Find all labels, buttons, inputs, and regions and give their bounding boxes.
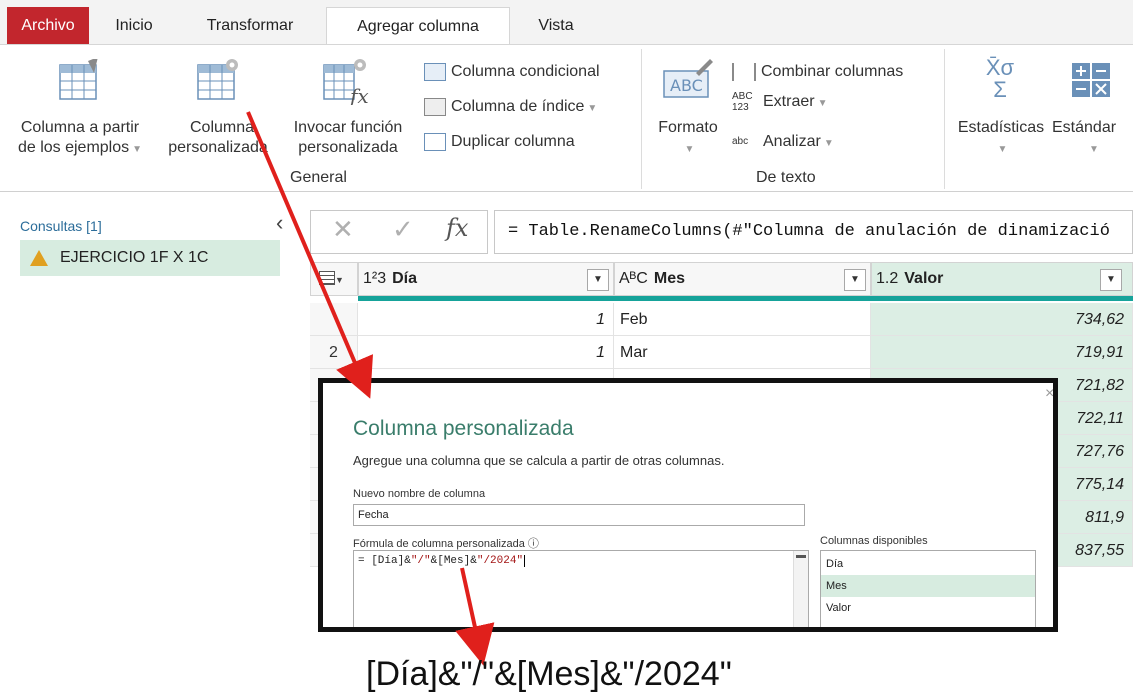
row-number[interactable] (310, 303, 358, 336)
formula-input[interactable]: = Table.RenameColumns(#"Columna de anula… (508, 222, 1133, 241)
table-custom-icon (197, 59, 238, 100)
cancel-icon[interactable]: ✕ (332, 214, 354, 245)
abc-parse-icon: abc (732, 136, 749, 148)
statistics-icon: X̄σ Σ (985, 55, 1015, 102)
cell-mes[interactable]: Feb (614, 303, 871, 336)
ribbon-separator (641, 49, 642, 189)
chevron-down-icon: ▼ (997, 144, 1008, 155)
formula-scrollbar[interactable] (793, 551, 808, 627)
conditional-column-icon (424, 62, 446, 81)
chevron-down-icon: ▼ (823, 138, 834, 149)
query-item[interactable]: EJERCICIO 1F X 1C (20, 240, 280, 276)
svg-text:ABC: ABC (670, 76, 703, 95)
cell-dia[interactable]: 1 (358, 336, 614, 369)
warning-icon (30, 249, 48, 266)
format-abc-icon: ABC (663, 59, 713, 98)
integer-type-icon: 1²3 (363, 270, 387, 287)
chevron-down-icon: ▼ (1089, 144, 1099, 155)
dialog-title: Columna personalizada (353, 417, 574, 440)
group-label-text: De texto (756, 169, 816, 186)
formula-label: Fórmula de columna personalizada ⓘ (353, 538, 539, 550)
svg-text:fx: fx (348, 84, 369, 105)
chevron-down-icon: ▼ (587, 103, 598, 114)
info-icon: ⓘ (527, 538, 539, 550)
chevron-down-icon[interactable]: ▼ (844, 269, 866, 291)
dialog-subtitle: Agregue una columna que se calcula a par… (353, 453, 725, 468)
custom-column-label1: Columna (189, 119, 255, 136)
available-column-item[interactable]: Mes (821, 575, 1035, 597)
cell-valor[interactable]: 719,91 (871, 336, 1133, 369)
function-table-icon: fx (323, 59, 369, 105)
row-number[interactable]: 2 (310, 336, 358, 369)
cell-valor[interactable]: 734,62 (871, 303, 1133, 336)
conditional-column-button[interactable]: Columna condicional (424, 61, 600, 82)
chevron-down-icon: ▼ (132, 144, 143, 155)
column-header-mes[interactable]: AᴮC Mes ▼ (614, 262, 871, 296)
table-select-all[interactable]: ▼ (310, 262, 358, 296)
ribbon-separator (944, 49, 945, 189)
statistics-label: Estadísticas (957, 119, 1045, 136)
column-from-examples-label2: de los ejemplos ▼ (17, 139, 143, 156)
index-column-button[interactable]: Columna de índice ▼ (424, 96, 597, 119)
merge-columns-button[interactable]: Combinar columnas (732, 61, 903, 82)
tab-agregar-columna[interactable]: Agregar columna (326, 7, 510, 45)
column-header-dia[interactable]: 1²3 Día ▼ (358, 262, 614, 296)
formula-editor[interactable]: = [Día]&"/"&[Mes]&"/2024" (353, 550, 809, 627)
commit-icon[interactable]: ✓ (392, 214, 414, 245)
chevron-down-icon: ▼ (817, 98, 828, 110)
tab-inicio[interactable]: Inicio (100, 7, 168, 44)
table-icon (319, 271, 335, 285)
column-quality-bar (871, 296, 1133, 301)
available-columns-list: Día Mes Valor (820, 550, 1036, 627)
duplicate-column-button[interactable]: Duplicar columna (424, 131, 575, 152)
tab-transformar[interactable]: Transformar (194, 7, 306, 44)
text-type-icon: AᴮC (619, 270, 648, 287)
ribbon: Columna a partir de los ejemplos ▼ Column… (0, 44, 1133, 192)
text-cursor (524, 555, 526, 567)
standard-label: Estándar (1052, 119, 1117, 136)
abc-123-icon: ABC 123 (732, 91, 753, 113)
queries-header: Consultas [1] (20, 218, 102, 234)
group-label-general: General (290, 169, 347, 186)
decimal-type-icon: 1.2 (876, 270, 899, 287)
available-columns-label: Columnas disponibles (820, 535, 928, 547)
chevron-down-icon: ▼ (684, 144, 695, 155)
merge-columns-icon (732, 62, 756, 81)
standard-operations-icon (1072, 63, 1110, 97)
column-name-label: Nuevo nombre de columna (353, 488, 486, 500)
scrollbar-thumb[interactable] (796, 555, 806, 558)
chevron-down-icon[interactable]: ▼ (587, 269, 609, 291)
custom-column-label2: personalizada (168, 139, 268, 156)
collapse-panel-icon[interactable]: ‹ (276, 210, 283, 236)
extract-button[interactable]: ABC 123 Extraer ▼ (732, 91, 827, 114)
column-from-examples-label1: Columna a partir (20, 119, 140, 136)
duplicate-column-icon (424, 132, 446, 151)
column-quality-bar (358, 296, 871, 301)
tab-archivo[interactable]: Archivo (7, 7, 89, 44)
formula-callout: [Día]&"/"&[Mes]&"/2024" (366, 655, 732, 693)
chevron-down-icon: ▼ (335, 275, 344, 285)
cell-mes[interactable]: Mar (614, 336, 871, 369)
ribbon-tab-bar: Archivo Inicio Transformar Agregar colum… (0, 0, 1133, 45)
chevron-down-icon[interactable]: ▼ (1100, 269, 1122, 291)
available-column-item[interactable]: Valor (821, 597, 1035, 619)
format-label: Formato (658, 119, 718, 136)
column-name-input[interactable]: Fecha (353, 504, 805, 526)
tab-vista[interactable]: Vista (526, 7, 586, 44)
invoke-function-label1: Invocar función (293, 119, 403, 136)
invoke-function-label2: personalizada (298, 139, 398, 156)
column-header-valor[interactable]: 1.2 Valor ▼ (871, 262, 1133, 296)
cell-dia[interactable]: 1 (358, 303, 614, 336)
table-examples-icon (59, 59, 98, 100)
custom-column-dialog: × Columna personalizada Agregue una colu… (318, 378, 1058, 632)
close-icon[interactable]: × (1045, 385, 1053, 403)
index-column-icon (424, 97, 446, 116)
parse-button[interactable]: abc Analizar ▼ (732, 131, 834, 154)
available-column-item[interactable]: Día (821, 553, 1035, 575)
fx-icon[interactable]: fx (446, 214, 468, 242)
